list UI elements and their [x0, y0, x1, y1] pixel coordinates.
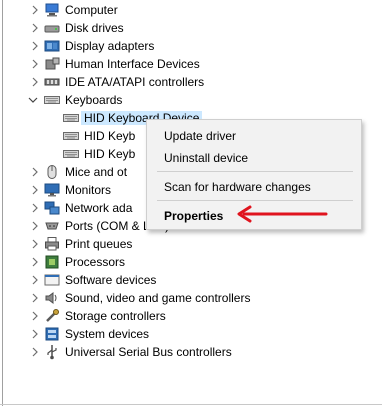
tree-item-computer[interactable]: Computer [0, 1, 382, 19]
mouse-icon [44, 164, 60, 180]
tree-item-label: Monitors [65, 183, 112, 197]
storage-controller-icon [44, 308, 60, 324]
chevron-right-icon[interactable] [28, 199, 42, 217]
tree-item-label: Network ada [65, 201, 133, 215]
chevron-right-icon[interactable] [28, 271, 42, 289]
chevron-right-icon[interactable] [28, 37, 42, 55]
menu-separator [157, 200, 353, 201]
tree-item-label: Disk drives [65, 21, 124, 35]
tree-item-label: IDE ATA/ATAPI controllers [65, 75, 205, 89]
menu-item-update-driver[interactable]: Update driver [147, 124, 361, 146]
disk-drive-icon [44, 20, 60, 36]
hid-icon [44, 56, 60, 72]
keyboard-icon [63, 110, 79, 126]
tree-item-label: HID Keyb [84, 129, 136, 143]
printer-icon [44, 236, 60, 252]
tree-item-ide-controllers[interactable]: IDE ATA/ATAPI controllers [0, 73, 382, 91]
menu-item-label: Update driver [164, 129, 237, 143]
tree-item-label: System devices [65, 327, 150, 341]
system-device-icon [44, 326, 60, 342]
tree-item-software-devices[interactable]: Software devices [0, 271, 382, 289]
annotation-arrow-icon [237, 205, 328, 223]
window-bottom-border [0, 404, 382, 405]
tree-item-keyboards[interactable]: Keyboards [0, 91, 382, 109]
chevron-right-icon[interactable] [28, 1, 42, 19]
keyboard-icon [44, 92, 60, 108]
tree-item-storage-controllers[interactable]: Storage controllers [0, 307, 382, 325]
menu-separator [157, 171, 353, 172]
chevron-right-icon[interactable] [28, 73, 42, 91]
chevron-right-icon[interactable] [28, 343, 42, 361]
chevron-right-icon[interactable] [28, 253, 42, 271]
menu-item-label: Uninstall device [164, 151, 249, 165]
tree-item-processors[interactable]: Processors [0, 253, 382, 271]
usb-icon [44, 344, 60, 360]
tree-item-display-adapters[interactable]: Display adapters [0, 37, 382, 55]
monitor-icon [44, 182, 60, 198]
tree-item-label: Storage controllers [65, 309, 166, 323]
tree-item-label: Sound, video and game controllers [65, 291, 251, 305]
tree-item-usb-controllers[interactable]: Universal Serial Bus controllers [0, 343, 382, 361]
network-adapter-icon [44, 200, 60, 216]
tree-item-label: Human Interface Devices [65, 57, 200, 71]
tree-item-label: Mice and ot [65, 165, 128, 179]
chevron-right-icon[interactable] [28, 325, 42, 343]
menu-item-uninstall-device[interactable]: Uninstall device [147, 146, 361, 168]
menu-item-scan-hardware[interactable]: Scan for hardware changes [147, 175, 361, 197]
ide-controller-icon [44, 74, 60, 90]
tree-item-print-queues[interactable]: Print queues [0, 235, 382, 253]
chevron-right-icon[interactable] [28, 181, 42, 199]
processor-icon [44, 254, 60, 270]
software-device-icon [44, 272, 60, 288]
tree-item-human-interface-devices[interactable]: Human Interface Devices [0, 55, 382, 73]
computer-icon [44, 2, 60, 18]
tree-item-label: Print queues [65, 237, 133, 251]
keyboard-icon [63, 146, 79, 162]
tree-item-label: Universal Serial Bus controllers [65, 345, 232, 359]
tree-item-label: Computer [65, 3, 118, 17]
chevron-right-icon[interactable] [28, 163, 42, 181]
tree-item-label: Keyboards [65, 93, 123, 107]
tree-item-disk-drives[interactable]: Disk drives [0, 19, 382, 37]
keyboard-icon [63, 128, 79, 144]
menu-item-label: Properties [164, 209, 224, 223]
chevron-right-icon[interactable] [28, 55, 42, 73]
chevron-right-icon[interactable] [28, 235, 42, 253]
tree-item-label: Display adapters [65, 39, 155, 53]
tree-item-system-devices[interactable]: System devices [0, 325, 382, 343]
display-adapter-icon [44, 38, 60, 54]
port-icon [44, 218, 60, 234]
chevron-right-icon[interactable] [28, 217, 42, 235]
tree-item-sound-video-game[interactable]: Sound, video and game controllers [0, 289, 382, 307]
tree-item-label: Processors [65, 255, 126, 269]
tree-item-label: HID Keyb [84, 147, 136, 161]
tree-item-label: Software devices [65, 273, 157, 287]
menu-item-label: Scan for hardware changes [164, 180, 311, 194]
chevron-right-icon[interactable] [28, 19, 42, 37]
chevron-down-icon[interactable] [26, 91, 40, 109]
chevron-right-icon[interactable] [28, 289, 42, 307]
speaker-icon [44, 290, 60, 306]
chevron-right-icon[interactable] [28, 307, 42, 325]
